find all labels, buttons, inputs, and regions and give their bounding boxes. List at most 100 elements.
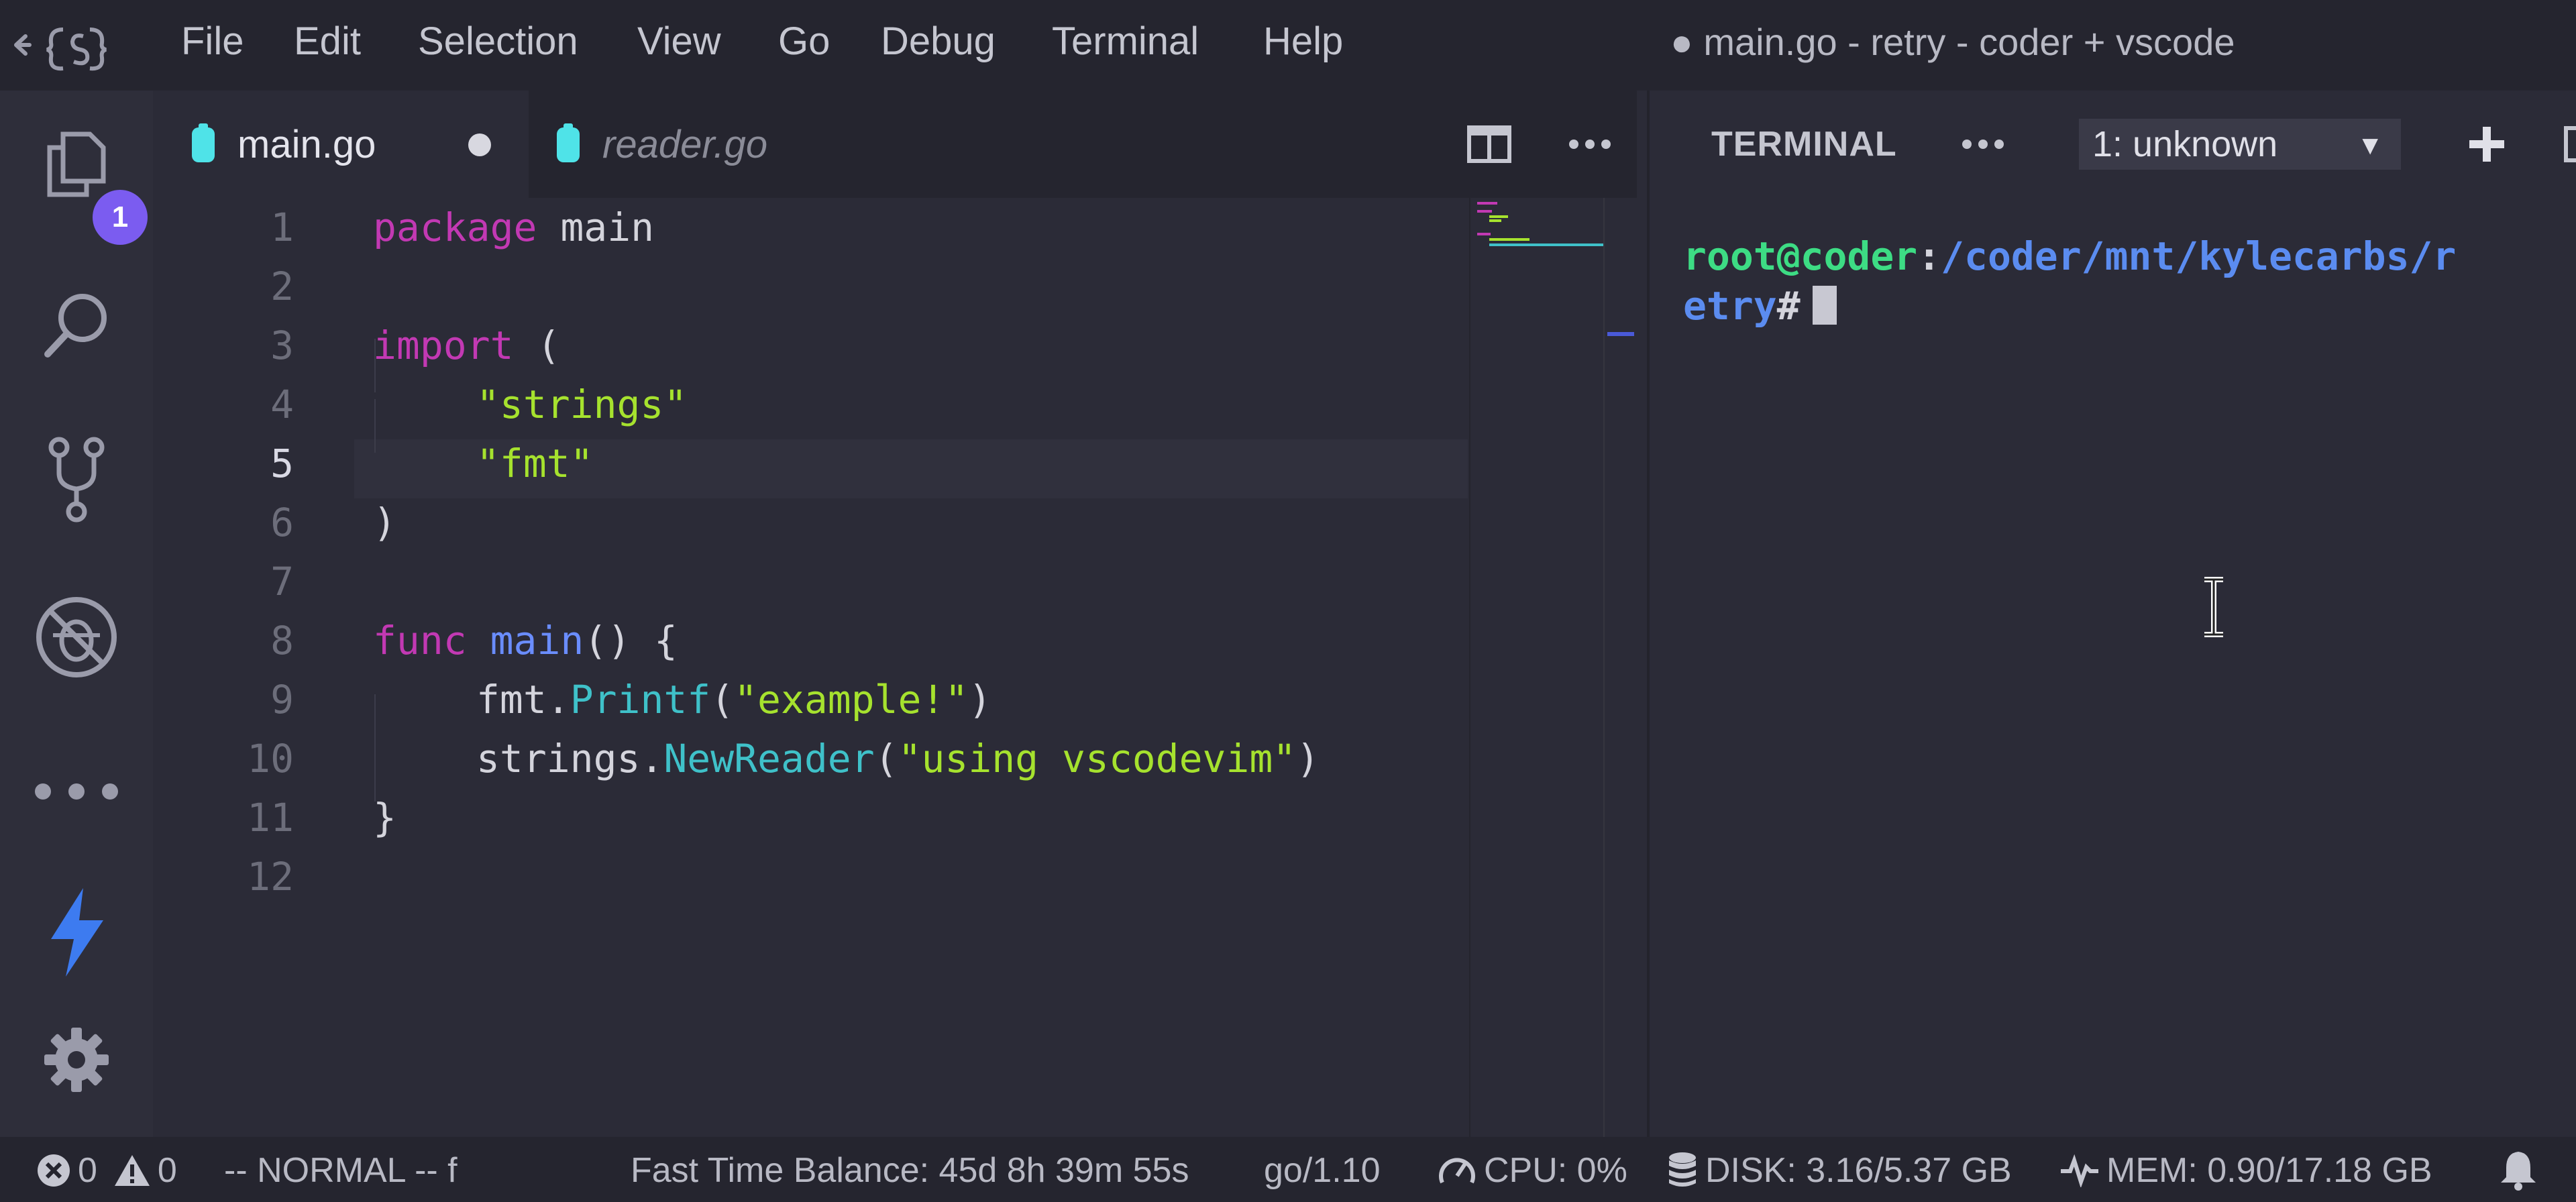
window-title: ● main.go - retry - coder + vscode bbox=[1670, 21, 2235, 63]
punctuation: ) bbox=[373, 500, 396, 545]
menu-selection[interactable]: Selection bbox=[418, 19, 578, 64]
time-balance[interactable]: Fast Time Balance: 45d 8h 39m 55s bbox=[631, 1150, 1189, 1191]
punctuation: ) bbox=[968, 677, 992, 722]
line-number: 9 bbox=[270, 677, 294, 722]
debug-icon bbox=[36, 597, 117, 677]
disk-usage: DISK: 3.16/5.37 GB bbox=[1666, 1150, 2012, 1191]
lightning-button[interactable] bbox=[23, 879, 130, 986]
editor-scrollbar[interactable] bbox=[1603, 198, 1638, 1137]
vim-mode: -- NORMAL -- f bbox=[224, 1150, 458, 1191]
source-control-button[interactable] bbox=[23, 426, 130, 533]
code-line-6: ) bbox=[373, 500, 396, 545]
identifier: fmt. bbox=[476, 677, 570, 722]
tab-label: reader.go bbox=[602, 122, 768, 166]
punctuation: ( bbox=[874, 736, 898, 781]
minimap[interactable] bbox=[1469, 198, 1605, 1137]
more-icon[interactable] bbox=[1962, 139, 2004, 150]
string-literal: "example!" bbox=[734, 677, 969, 722]
settings-button[interactable] bbox=[23, 1006, 130, 1113]
prompt-path-continued: etry bbox=[1683, 283, 1777, 329]
punctuation: ( bbox=[513, 323, 561, 368]
code-line-11: } bbox=[373, 795, 396, 840]
status-bar: 0 0 -- NORMAL -- f Fast Time Balance: 45… bbox=[0, 1137, 2576, 1202]
menu-terminal[interactable]: Terminal bbox=[1052, 19, 1199, 64]
code-line-1: package main bbox=[373, 205, 654, 250]
line-number: 2 bbox=[270, 264, 294, 309]
lightning-icon bbox=[51, 888, 103, 977]
punctuation: } bbox=[373, 795, 396, 840]
menu-view[interactable]: View bbox=[637, 19, 721, 64]
search-icon bbox=[44, 294, 107, 358]
keyword: func bbox=[373, 618, 467, 663]
terminal-instance-value: 1: unknown bbox=[2092, 124, 2278, 164]
line-number: 1 bbox=[270, 205, 294, 250]
line-number: 3 bbox=[270, 323, 294, 368]
terminal-tab-title[interactable]: TERMINAL bbox=[1711, 124, 1897, 164]
tab-main-go[interactable]: main.go bbox=[153, 91, 529, 198]
source-control-icon bbox=[48, 437, 105, 523]
terminal-prompt-line-1: root@coder:/coder/mnt/kylecarbs/r bbox=[1683, 231, 2569, 281]
warning-icon bbox=[114, 1155, 150, 1186]
line-number: 12 bbox=[247, 854, 294, 899]
terminal-instance-select[interactable]: 1: unknown ▼ bbox=[2079, 119, 2401, 170]
menu-edit[interactable]: Edit bbox=[294, 19, 361, 64]
terminal-header: TERMINAL 1: unknown ▼ bbox=[1650, 91, 2576, 198]
disk-label: DISK: 3.16/5.37 GB bbox=[1705, 1151, 2012, 1190]
split-editor-button[interactable] bbox=[1462, 117, 1516, 171]
menu-help[interactable]: Help bbox=[1263, 19, 1343, 64]
pulse-icon bbox=[2061, 1154, 2098, 1187]
gear-icon bbox=[44, 1028, 109, 1092]
search-button[interactable] bbox=[23, 272, 130, 379]
memory-label: MEM: 0.90/17.18 GB bbox=[2106, 1151, 2432, 1190]
tab-label: main.go bbox=[237, 122, 376, 166]
cpu-usage: CPU: 0% bbox=[1437, 1150, 1627, 1191]
prompt-path: /coder/mnt/kylecarbs/r bbox=[1941, 233, 2457, 279]
new-terminal-plus-icon[interactable] bbox=[2467, 124, 2507, 164]
line-number: 11 bbox=[247, 795, 294, 840]
minimap-preview bbox=[1477, 202, 1603, 246]
terminal-output[interactable]: root@coder:/coder/mnt/kylecarbs/r etry# bbox=[1683, 231, 2569, 331]
unsaved-dot-icon[interactable] bbox=[468, 133, 491, 156]
debug-button[interactable] bbox=[23, 584, 130, 691]
problems-indicator[interactable]: 0 0 bbox=[36, 1150, 177, 1191]
menu-file[interactable]: File bbox=[181, 19, 244, 64]
go-file-icon bbox=[557, 123, 580, 162]
more-icon bbox=[1569, 140, 1611, 149]
more-views-button[interactable] bbox=[23, 738, 130, 845]
menu-go[interactable]: Go bbox=[778, 19, 830, 64]
activity-bar: 1 bbox=[0, 91, 153, 1137]
go-version-label: go/1.10 bbox=[1264, 1151, 1381, 1190]
title-bar: File Edit Selection View Go Debug Termin… bbox=[0, 0, 2576, 91]
memory-usage: MEM: 0.90/17.18 GB bbox=[2059, 1150, 2432, 1191]
speedometer-icon bbox=[1439, 1158, 1475, 1184]
editor-more-actions-button[interactable] bbox=[1563, 117, 1617, 171]
explorer-button[interactable]: 1 bbox=[23, 111, 148, 245]
go-version[interactable]: go/1.10 bbox=[1264, 1150, 1381, 1191]
code-line-10: strings.NewReader("using vscodevim") bbox=[476, 736, 1320, 781]
split-terminal-icon[interactable] bbox=[2563, 124, 2576, 164]
prompt-separator: : bbox=[1917, 233, 1941, 279]
editor-tabs-bar: main.go reader.go bbox=[153, 91, 1637, 198]
explorer-badge: 1 bbox=[93, 190, 148, 245]
identifier: strings. bbox=[476, 736, 664, 781]
terminal-cursor bbox=[1812, 286, 1837, 325]
identifier: main bbox=[537, 205, 655, 250]
chevron-down-icon: ▼ bbox=[2357, 131, 2383, 160]
database-icon bbox=[1669, 1152, 1696, 1187]
error-icon bbox=[38, 1154, 70, 1187]
menu-debug[interactable]: Debug bbox=[881, 19, 996, 64]
notification-bell-icon[interactable] bbox=[2498, 1149, 2538, 1191]
go-file-icon bbox=[192, 123, 215, 162]
line-number: 7 bbox=[270, 559, 294, 604]
text-cursor-ibeam-icon bbox=[2204, 577, 2223, 637]
prompt-symbol: # bbox=[1776, 283, 1801, 329]
string-literal: "using vscodevim" bbox=[898, 736, 1297, 781]
terminal-panel: TERMINAL 1: unknown ▼ root@coder:/coder/… bbox=[1647, 91, 2576, 1137]
warning-count: 0 bbox=[157, 1151, 177, 1190]
tab-reader-go[interactable]: reader.go bbox=[529, 91, 810, 198]
code-editor[interactable]: 1 2 3 4 5 6 7 8 9 10 11 12 package main … bbox=[153, 198, 1468, 1137]
function-name: main bbox=[490, 618, 584, 663]
files-icon bbox=[47, 131, 106, 197]
code-line-8: func main() { bbox=[373, 618, 678, 663]
string-literal: "fmt" bbox=[476, 441, 594, 486]
